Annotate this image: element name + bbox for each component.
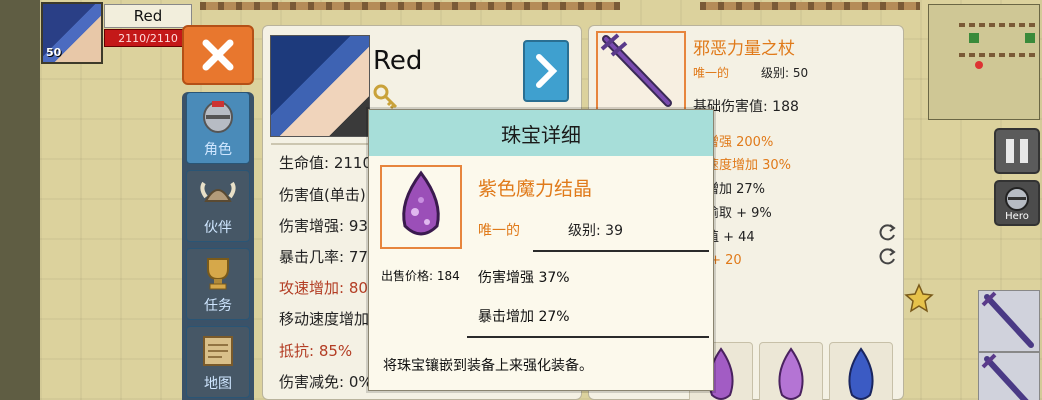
next-character-button[interactable]	[523, 40, 569, 102]
nav-tab-map[interactable]: 地图	[186, 326, 250, 398]
scroll-map-icon	[203, 336, 233, 366]
quick-weapon-slot[interactable]	[978, 290, 1040, 352]
nav-tab-label: 地图	[204, 376, 232, 392]
close-button[interactable]	[182, 25, 254, 85]
minimap[interactable]	[928, 4, 1040, 120]
pause-icon	[1020, 139, 1028, 163]
staff-icon	[600, 33, 672, 107]
player-hp-bar: 2110/2110	[104, 29, 192, 47]
reroll-icon[interactable]	[878, 222, 898, 242]
gem-sell-price: 出售价格: 184	[381, 269, 460, 283]
nav-tab-quests[interactable]: 任务	[186, 248, 250, 320]
star-icon	[904, 283, 934, 313]
gem-name: 紫色魔力结晶	[478, 178, 593, 200]
world-fence	[200, 2, 620, 10]
gem-thumbnail	[380, 165, 462, 249]
nav-tab-label: 伙伴	[204, 220, 232, 236]
menu-nav: 角色 伙伴 任务 地图	[182, 92, 254, 400]
weapon-thumbnail[interactable]	[596, 31, 686, 111]
quick-weapon-slot[interactable]	[978, 352, 1040, 400]
stat-damage-reduction: 伤害减免: 0%	[279, 373, 373, 391]
stat-resistance: 抵抗: 85%	[279, 342, 353, 360]
purple-gem-icon	[402, 170, 440, 236]
stat-move-speed: 移动速度增加	[279, 310, 370, 328]
player-level-badge: 50	[46, 46, 62, 59]
close-icon	[202, 39, 234, 71]
gem-description: 将珠宝镶嵌到装备上来强化装备。	[383, 358, 593, 374]
gem-stat: 暴击增加 27%	[478, 309, 570, 325]
knight-helmet-icon	[203, 101, 233, 133]
gem-stat: 伤害增强 37%	[478, 270, 570, 286]
gem-level: 级别: 39	[568, 223, 623, 239]
gem-rarity: 唯一的	[478, 223, 520, 239]
hero-button[interactable]: Hero	[994, 180, 1040, 226]
stat-crit-chance: 暴击几率: 77	[279, 248, 368, 266]
blue-gem-icon	[848, 347, 874, 400]
gem-detail-dialog: 珠宝详细 紫色魔力结晶 唯一的 级别: 39 出售价格: 184 伤害增强 37…	[368, 109, 714, 391]
nav-tab-label: 角色	[204, 142, 232, 158]
stat-damage: 伤害值(单击)	[279, 186, 366, 204]
pause-button[interactable]	[994, 128, 1040, 174]
weapon-name: 邪恶力量之杖	[693, 39, 795, 59]
trophy-icon	[207, 258, 229, 290]
nav-tab-label: 任务	[204, 298, 232, 314]
dialog-title: 珠宝详细	[369, 110, 713, 156]
staff-icon	[981, 291, 1034, 348]
nav-tab-character[interactable]: 角色	[186, 92, 250, 164]
character-name: Red	[373, 46, 423, 76]
player-hp-text: 2110/2110	[118, 31, 178, 45]
character-portrait	[270, 35, 370, 137]
weapon-rarity: 唯一的	[693, 66, 730, 80]
stat-hp: 生命值: 2110	[279, 154, 372, 172]
purple-gem-icon	[778, 347, 804, 400]
stat-damage-boost: 伤害增强: 93	[279, 217, 368, 235]
world-fence	[700, 2, 920, 10]
nav-tab-partner[interactable]: 伙伴	[186, 170, 250, 242]
player-name-label: Red	[104, 4, 192, 28]
divider	[467, 336, 709, 338]
gem-slot[interactable]	[829, 342, 893, 400]
knight-helmet-icon	[1005, 187, 1029, 211]
gem-slot[interactable]	[759, 342, 823, 400]
pause-icon	[1006, 139, 1014, 163]
reroll-icon[interactable]	[878, 246, 898, 266]
world-wall-left	[0, 0, 40, 400]
minimap-graphic	[929, 5, 1039, 119]
weapon-level: 级别: 50	[761, 66, 809, 80]
key-icon	[373, 84, 398, 110]
staff-icon	[981, 353, 1029, 400]
chevron-right-icon	[536, 54, 558, 88]
divider	[533, 250, 709, 252]
hero-button-label: Hero	[1005, 211, 1029, 222]
viking-helmet-icon	[200, 181, 236, 202]
stat-attack-speed: 攻速增加: 80	[279, 279, 368, 297]
